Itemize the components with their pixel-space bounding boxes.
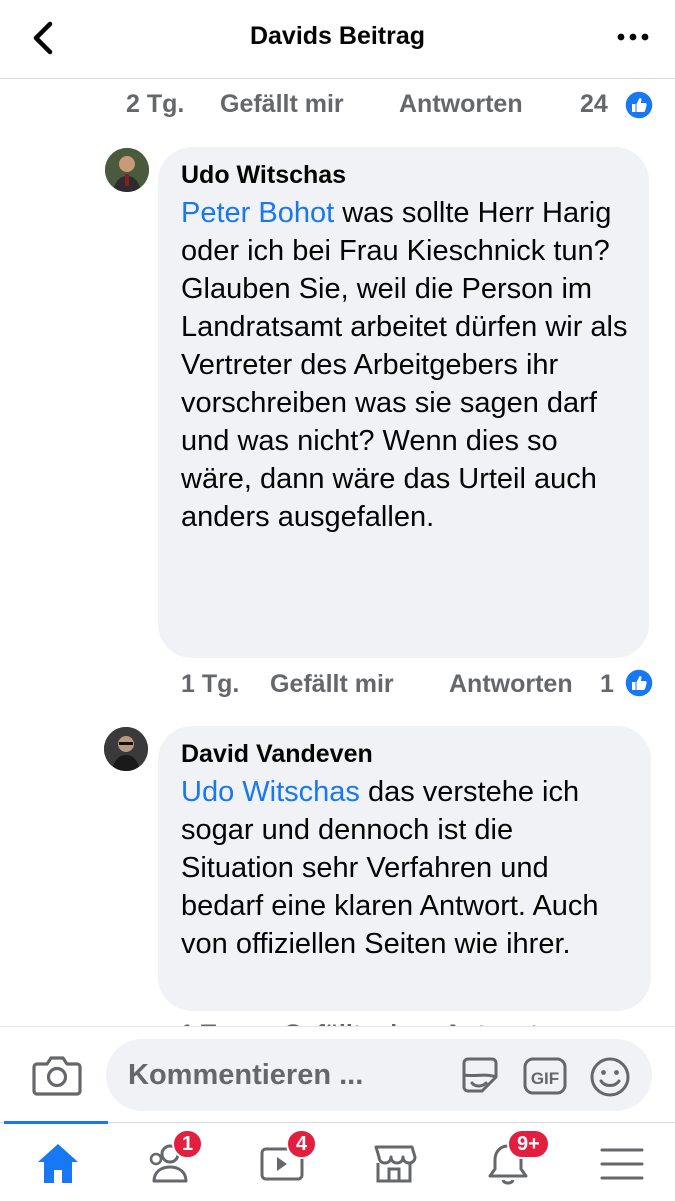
tab-menu[interactable] <box>560 1123 672 1201</box>
comment-actions: 1 Tg. Gefällt mir Antworten 1 <box>0 668 675 710</box>
store-icon <box>374 1145 417 1183</box>
mention-link[interactable]: Udo Witschas <box>181 776 360 808</box>
svg-text:GIF: GIF <box>531 1069 559 1088</box>
reply-button[interactable]: Antworten <box>449 670 573 699</box>
notification-badge: 9+ <box>507 1129 550 1159</box>
comment-text: Peter Bohot was sollte Herr Harig oder i… <box>181 194 631 536</box>
comment-time: 1 Tg. <box>181 670 240 698</box>
comment-composer: Kommentieren ... GIF <box>0 1026 675 1123</box>
comment-bubble: Udo Witschas Peter Bohot was sollte Herr… <box>158 147 649 658</box>
comment-author[interactable]: Udo Witschas <box>181 161 346 190</box>
tab-marketplace[interactable] <box>336 1123 448 1201</box>
thumbs-up-icon <box>624 668 654 698</box>
reply-button[interactable]: Antworten <box>399 90 523 119</box>
thumbs-up-icon <box>624 90 654 120</box>
comment-actions: 2 Tg. Gefällt mir Antworten 24 <box>0 90 675 130</box>
like-button[interactable]: Gefällt mir <box>220 90 344 119</box>
emoji-icon[interactable] <box>588 1055 632 1099</box>
comment-input[interactable]: Kommentieren ... GIF <box>106 1039 652 1111</box>
avatar[interactable] <box>104 727 148 771</box>
home-icon <box>38 1144 78 1183</box>
camera-icon[interactable] <box>32 1053 82 1097</box>
mention-link[interactable]: Peter Bohot <box>181 197 334 229</box>
avatar[interactable] <box>105 148 149 192</box>
menu-icon <box>600 1148 644 1180</box>
gif-icon[interactable]: GIF <box>522 1055 568 1097</box>
comment-text: Udo Witschas das verstehe ich sogar und … <box>181 773 633 963</box>
page-title: Davids Beitrag <box>249 22 426 50</box>
tab-notifications[interactable]: 9+ <box>448 1123 560 1201</box>
sticker-icon[interactable] <box>458 1055 502 1097</box>
comment-body: was sollte Herr Harig oder ich bei Frau … <box>181 197 628 533</box>
tab-home[interactable] <box>0 1121 112 1201</box>
top-bar: Davids Beitrag <box>0 0 675 79</box>
tab-friends[interactable]: 1 <box>112 1123 224 1201</box>
notification-badge: 4 <box>286 1129 318 1159</box>
comment-time: 2 Tg. <box>126 90 185 118</box>
active-tab-indicator <box>4 1121 108 1124</box>
like-count: 24 <box>580 90 608 118</box>
like-button[interactable]: Gefällt mir <box>270 670 394 699</box>
more-options-icon[interactable] <box>615 26 651 48</box>
comment-author[interactable]: David Vandeven <box>181 740 373 769</box>
notification-badge: 1 <box>172 1129 204 1159</box>
comment-bubble: David Vandeven Udo Witschas das verstehe… <box>158 726 651 1011</box>
tab-watch[interactable]: 4 <box>224 1123 336 1201</box>
like-count: 1 <box>600 670 614 698</box>
bottom-tab-bar: 1 4 9+ <box>0 1121 675 1201</box>
comment-placeholder: Kommentieren ... <box>128 1059 364 1091</box>
